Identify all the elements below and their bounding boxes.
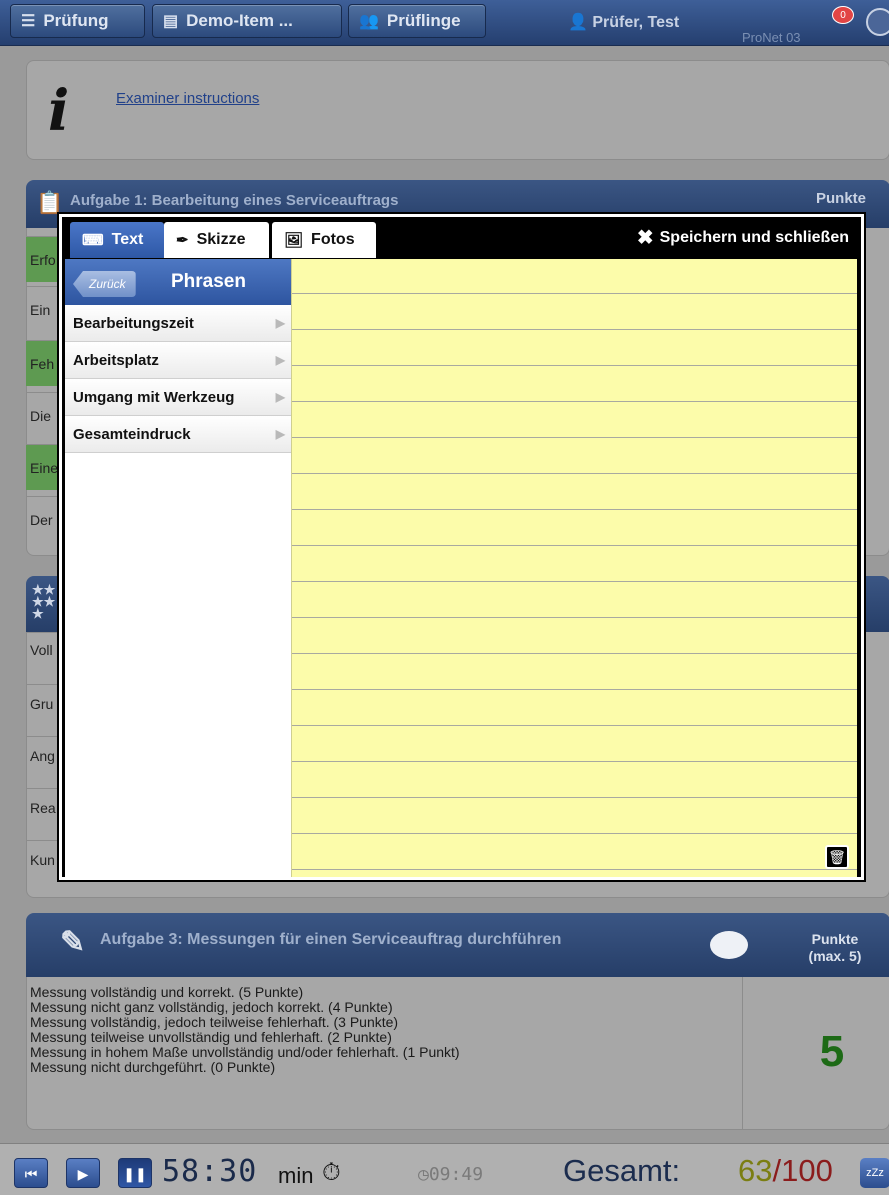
document-icon: ▤	[163, 13, 179, 30]
task3-points-header: Punkte (max. 5)	[808, 931, 862, 964]
skip-back-button[interactable]: ⏮	[14, 1158, 48, 1188]
task1-title: Aufgabe 1: Bearbeitung eines Serviceauft…	[70, 192, 399, 209]
pencil-icon: ✎	[60, 926, 86, 959]
chevron-right-icon: ▶	[275, 427, 285, 441]
task3-score[interactable]: 5	[777, 1027, 887, 1077]
timer-unit: min	[278, 1163, 314, 1188]
phrase-item[interactable]: Gesamteindruck ▶	[65, 416, 291, 453]
clipboard-icon: 📋	[36, 190, 64, 215]
tab-photos[interactable]: 🖼 Fotos	[272, 222, 376, 258]
save-and-close-button[interactable]: ✖ Speichern und schließen	[636, 227, 849, 249]
chevron-right-icon: ▶	[275, 316, 285, 330]
phrase-item[interactable]: Arbeitsplatz ▶	[65, 342, 291, 379]
task1-points-label: Punkte	[816, 190, 867, 207]
elapsed-time: ◷09:49	[418, 1164, 484, 1185]
users-icon: 👥	[359, 13, 379, 30]
countdown-timer: 58:30	[162, 1154, 258, 1189]
phrases-title: Phrasen	[171, 271, 246, 292]
criteria-line: Messung vollständig, jedoch teilweise fe…	[30, 1014, 399, 1030]
criteria-line: Messung in hohem Maße unvollständig und/…	[30, 1044, 460, 1060]
image-icon: 🖼	[284, 232, 304, 249]
pen-icon: ✒	[176, 232, 189, 249]
task3-title: Aufgabe 3: Messungen für einen Serviceau…	[100, 931, 562, 948]
phrase-item[interactable]: Umgang mit Werkzeug ▶	[65, 379, 291, 416]
top-toolbar: ☰ Prüfung ▤ Demo-Item ... 👥 Prüflinge 👤 …	[0, 0, 889, 46]
task3-criteria: Messung vollständig und korrekt. (5 Punk…	[30, 985, 460, 1075]
total-label: Gesamt:	[563, 1153, 681, 1188]
divider	[742, 977, 743, 1130]
instructions-panel	[26, 60, 889, 160]
phrase-item[interactable]: Bearbeitungszeit ▶	[65, 305, 291, 342]
criteria-line: Messung nicht durchgeführt. (0 Punkte)	[30, 1059, 276, 1075]
prueflinge-button[interactable]: 👥 Prüflinge	[348, 4, 486, 38]
device-label: ProNet 03	[742, 30, 801, 45]
phrases-panel: Zurück Phrasen Bearbeitungszeit ▶ Arbeit…	[65, 259, 291, 877]
back-button[interactable]: Zurück	[73, 271, 136, 297]
stars-icon: ★★ ★★ ★	[32, 582, 56, 621]
phrases-list: Bearbeitungszeit ▶ Arbeitsplatz ▶ Umgang…	[65, 305, 291, 453]
task3-header: ✎ Aufgabe 3: Messungen für einen Service…	[26, 913, 889, 977]
notification-badge: 0	[832, 6, 854, 24]
user-label: 👤 Prüfer, Test	[568, 14, 680, 31]
notes-textarea[interactable]: 🗑	[291, 259, 857, 877]
play-button[interactable]: ▶	[66, 1158, 100, 1188]
close-icon: ✖	[636, 227, 654, 249]
criteria-line: Messung nicht ganz vollständig, jedoch k…	[30, 999, 393, 1015]
chevron-right-icon: ▶	[275, 353, 285, 367]
tab-sketch[interactable]: ✒ Skizze	[164, 222, 269, 258]
sleep-button[interactable]: zZz	[860, 1158, 889, 1188]
user-icon: 👤	[568, 14, 588, 31]
criteria-line: Messung teilweise unvollständig und fehl…	[30, 1029, 392, 1045]
trash-icon[interactable]: 🗑	[825, 845, 849, 869]
stopwatch-icon: ⏱	[322, 1159, 341, 1186]
task3-body: Messung vollständig und korrekt. (5 Punk…	[26, 977, 889, 1130]
criteria-line: Messung vollständig und korrekt. (5 Punk…	[30, 984, 304, 1000]
pruefung-button[interactable]: ☰ Prüfung	[10, 4, 145, 38]
modal-tabs: ⌨ Text ✒ Skizze 🖼 Fotos ✖ Speichern und …	[62, 217, 861, 259]
notifications-button[interactable]: 0	[826, 4, 858, 38]
examiner-instructions-link[interactable]: Examiner instructions	[116, 90, 259, 107]
bottom-bar: ⏮ ▶ ❚❚ 58:30 min ⏱ ◷09:49 Gesamt: 63/100…	[0, 1143, 889, 1195]
total-score: 63/100	[738, 1153, 833, 1188]
notes-modal: ⌨ Text ✒ Skizze 🖼 Fotos ✖ Speichern und …	[59, 214, 864, 880]
tab-text[interactable]: ⌨ Text	[70, 222, 164, 258]
comment-icon[interactable]	[710, 931, 748, 959]
pause-button[interactable]: ❚❚	[118, 1158, 152, 1188]
phrases-header: Zurück Phrasen	[65, 259, 291, 305]
chevron-right-icon: ▶	[275, 390, 285, 404]
info-icon: i	[48, 78, 70, 144]
list-icon: ☰	[21, 13, 36, 30]
keyboard-icon: ⌨	[82, 232, 104, 249]
clock-icon: ◷	[418, 1164, 429, 1185]
gear-icon[interactable]	[866, 8, 889, 36]
demo-item-button[interactable]: ▤ Demo-Item ...	[152, 4, 342, 38]
